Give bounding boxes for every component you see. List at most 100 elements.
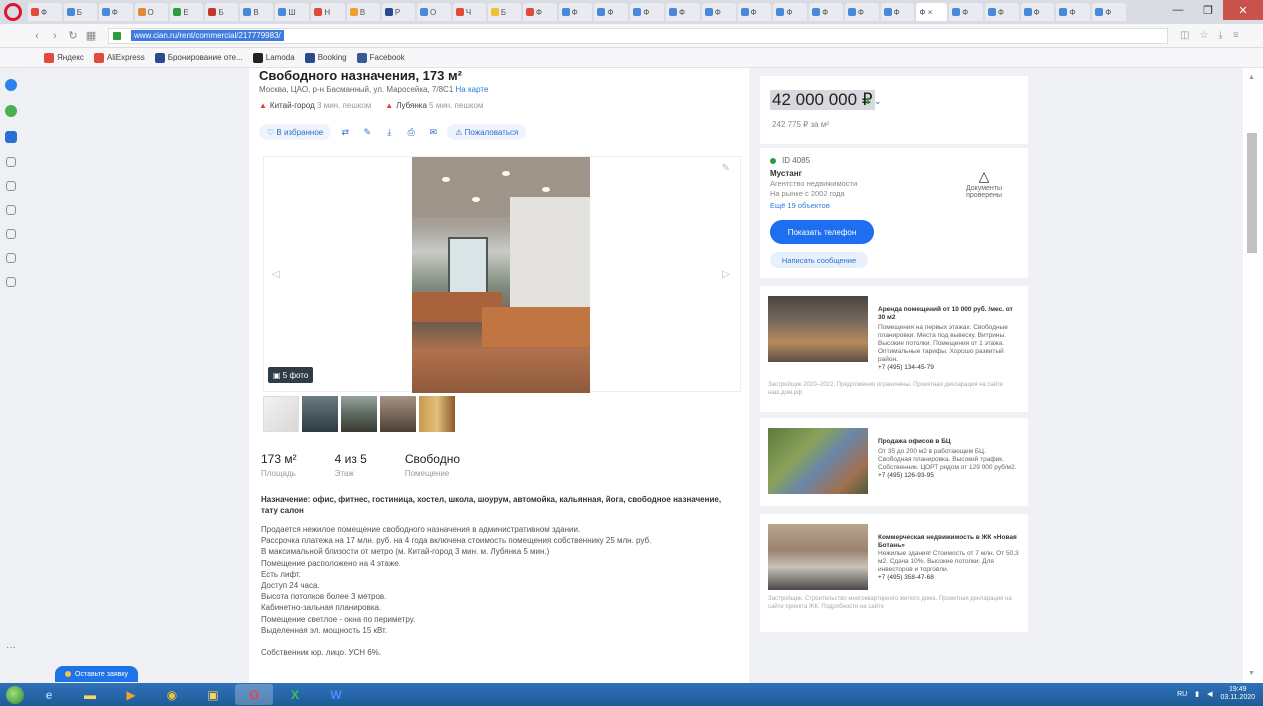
explorer-icon[interactable]: ▬ xyxy=(71,684,109,705)
browser-tab[interactable]: Ф xyxy=(665,3,700,21)
system-clock[interactable]: 19:49 03.11.2020 xyxy=(1220,686,1255,702)
browser-tab-active[interactable]: Ф × xyxy=(916,3,948,21)
prev-photo-icon[interactable]: ◁ xyxy=(272,269,280,280)
maximize-icon[interactable]: ❐ xyxy=(1193,0,1223,20)
bookmark-star-icon[interactable]: ☆ xyxy=(1199,30,1208,41)
excel-icon[interactable]: X xyxy=(276,684,314,705)
chrome-icon[interactable]: ◉ xyxy=(153,684,191,705)
ad-image[interactable] xyxy=(768,428,868,494)
forward-icon[interactable]: › xyxy=(48,30,62,42)
browser-tab[interactable]: Ф xyxy=(949,3,983,21)
browser-tab[interactable]: Б xyxy=(487,3,521,21)
browser-tab[interactable]: Ч xyxy=(452,3,486,21)
thumbnail[interactable] xyxy=(380,396,416,432)
edit-pen-icon[interactable]: ✎ xyxy=(722,163,730,174)
share-icon[interactable]: ✉ xyxy=(425,124,441,140)
bookmark-item[interactable]: AliExpress xyxy=(93,52,145,63)
map-link[interactable]: На карте xyxy=(456,85,489,94)
scroll-thumb[interactable] xyxy=(1247,133,1257,253)
whatsapp-icon[interactable] xyxy=(5,105,17,117)
scroll-up-icon[interactable]: ▲ xyxy=(1248,74,1255,81)
vk-icon[interactable] xyxy=(5,131,17,143)
browser-tab[interactable]: Ф xyxy=(630,3,664,21)
favorite-button[interactable]: ♡ В избранное xyxy=(259,124,332,140)
show-phone-button[interactable]: Показать телефон xyxy=(770,220,874,244)
history-icon[interactable] xyxy=(6,253,16,263)
browser-tab[interactable]: Б xyxy=(205,3,239,21)
tray-lang[interactable]: RU xyxy=(1177,691,1187,698)
more-icon[interactable]: ··· xyxy=(6,642,16,653)
browser-tab[interactable]: Ф xyxy=(773,3,808,21)
speed-dial-icon[interactable] xyxy=(6,205,16,215)
download-icon[interactable]: ⤓ xyxy=(1218,30,1222,41)
send-icon[interactable] xyxy=(6,181,16,191)
metro-item[interactable]: ▲ Китай-город 3 мин. пешком xyxy=(259,101,371,110)
opera-taskbar-icon[interactable]: O xyxy=(235,684,273,705)
browser-tab[interactable]: Ф xyxy=(737,3,772,21)
browser-tab[interactable]: Ф xyxy=(880,3,915,21)
thumbnail[interactable] xyxy=(419,396,455,432)
thumbnail[interactable] xyxy=(302,396,338,432)
bookmark-item[interactable]: Facebook xyxy=(356,52,405,63)
messenger-icon[interactable] xyxy=(5,79,17,91)
thumbnail[interactable] xyxy=(263,396,299,432)
browser-tab[interactable]: Е xyxy=(170,3,204,21)
browser-tab[interactable]: Ф xyxy=(1056,3,1091,21)
menu-icon[interactable]: ≡ xyxy=(1233,30,1239,41)
browser-tab[interactable]: Ф xyxy=(701,3,736,21)
photo-count-badge[interactable]: ▣ 5 фото xyxy=(268,367,314,383)
ie-icon[interactable]: e xyxy=(30,684,68,705)
browser-tab[interactable]: О xyxy=(416,3,451,21)
ad-card[interactable]: Аренда помещений от 10 000 руб. /мес. от… xyxy=(760,286,1028,412)
volume-icon[interactable]: ◀ xyxy=(1207,690,1212,698)
browser-tab[interactable]: Ф xyxy=(809,3,843,21)
compare-icon[interactable]: ⇄ xyxy=(337,124,353,140)
browser-tab[interactable]: Н xyxy=(311,3,345,21)
ad-card[interactable]: Продажа офисов в БЦ От 35 до 200 м2 в ра… xyxy=(760,418,1028,506)
print-icon[interactable]: ⎙ xyxy=(403,124,419,140)
paint-icon[interactable]: ▣ xyxy=(194,684,232,705)
browser-tab[interactable]: В xyxy=(240,3,274,21)
price-change-icon[interactable]: ⬆ ⌄ xyxy=(864,96,882,107)
clock-icon[interactable] xyxy=(6,277,16,287)
start-button[interactable] xyxy=(0,683,30,706)
back-icon[interactable]: ‹ xyxy=(30,30,44,42)
heart-icon[interactable] xyxy=(6,229,16,239)
ad-image[interactable] xyxy=(768,296,868,362)
bookmark-item[interactable]: Lamoda xyxy=(252,52,295,63)
metro-item[interactable]: ▲ Лубянка 5 мин. пешком xyxy=(385,101,483,110)
send-message-button[interactable]: Написать сообщение xyxy=(770,252,868,268)
browser-tab[interactable]: Б xyxy=(63,3,97,21)
seller-objects-link[interactable]: Ещё 19 объектов xyxy=(770,201,830,210)
ad-title[interactable]: Аренда помещений от 10 000 руб. /мес. от… xyxy=(878,306,1020,322)
bookmark-item[interactable]: Бронирование оте... xyxy=(154,52,243,63)
download-icon[interactable]: ⤓ xyxy=(381,124,397,140)
ad-title[interactable]: Коммерческая недвижимость в ЖК «Новая Бо… xyxy=(878,534,1020,550)
seller-name[interactable]: Мустанг xyxy=(770,169,802,178)
thumbnail[interactable] xyxy=(341,396,377,432)
browser-tab[interactable]: Ф xyxy=(558,3,593,21)
word-icon[interactable]: W xyxy=(317,684,355,705)
page-scrollbar[interactable]: ▲ ▼ xyxy=(1243,68,1263,683)
minimize-icon[interactable]: — xyxy=(1163,0,1193,20)
ad-card[interactable]: Коммерческая недвижимость в ЖК «Новая Бо… xyxy=(760,514,1028,632)
next-photo-icon[interactable]: ▷ xyxy=(722,269,730,280)
browser-tab[interactable]: В xyxy=(346,3,380,21)
media-player-icon[interactable]: ▶ xyxy=(112,684,150,705)
main-photo[interactable] xyxy=(412,157,590,393)
browser-tab[interactable]: О xyxy=(134,3,169,21)
browser-tab[interactable]: Ф xyxy=(522,3,557,21)
edit-icon[interactable]: ✎ xyxy=(359,124,375,140)
browser-tab[interactable]: Ф xyxy=(844,3,879,21)
bookmark-item[interactable]: Booking xyxy=(304,52,347,63)
scroll-down-icon[interactable]: ▼ xyxy=(1248,670,1255,677)
browser-tab[interactable]: Р xyxy=(381,3,415,21)
extensions-icon[interactable]: ◫ xyxy=(1180,30,1189,41)
browser-tab[interactable]: Ф xyxy=(28,3,62,21)
bookmark-item[interactable]: Яндекс xyxy=(44,52,84,63)
browser-tab[interactable]: Ф xyxy=(594,3,629,21)
browser-tab[interactable]: Ф xyxy=(1020,3,1055,21)
browser-tab[interactable]: Ф xyxy=(1092,3,1127,21)
chat-widget-button[interactable]: Оставьте заявку xyxy=(55,666,139,682)
url-input[interactable]: www.cian.ru/rent/commercial/217779983/ xyxy=(108,27,1168,44)
